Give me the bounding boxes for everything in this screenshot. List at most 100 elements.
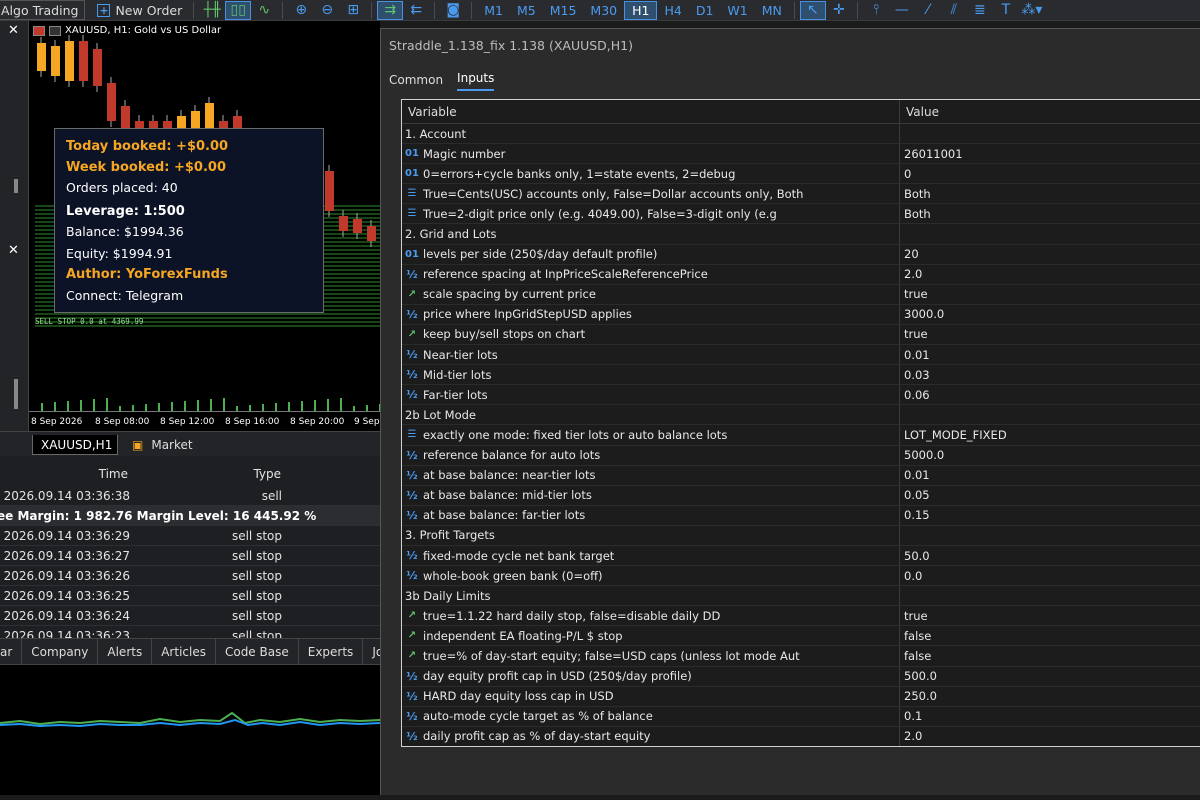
tab-common[interactable]: Common [389,73,443,91]
trendline-icon[interactable]: ⁄ [915,1,941,20]
cursor-icon[interactable]: ↖ [799,0,826,20]
timeframe-m5[interactable]: M5 [510,1,543,20]
channel-icon[interactable]: ⫽ [941,1,967,20]
input-row[interactable]: ½ reference spacing at InpPriceScaleRefer… [402,264,1200,285]
bar-chart-icon[interactable]: ┼╫ [199,1,225,20]
value-cell[interactable]: Both [900,204,1200,223]
input-row[interactable]: ½ day equity profit cap in USD (250$/day … [402,666,1200,687]
value-cell[interactable]: true [900,325,1200,344]
tab-code-base[interactable]: Code Base [216,639,299,665]
auto-scroll-icon[interactable]: ⇉ [377,0,404,20]
value-cell[interactable]: 0.05 [900,486,1200,505]
input-row[interactable]: ½ at base balance: far-tier lots 0.15 [402,505,1200,526]
time-column-header[interactable]: Time [99,467,128,481]
table-row[interactable]: 2026.09.14 03:36:38 sell [0,486,380,506]
input-row[interactable]: ½ whole-book green bank (0=off) 0.0 [402,566,1200,587]
input-row[interactable]: ½ reference balance for auto lots 5000.0 [402,445,1200,466]
timeframe-mn[interactable]: MN [755,1,789,20]
scrollbar[interactable] [14,179,18,193]
value-cell[interactable]: 0.01 [900,466,1200,485]
input-row[interactable]: ½ daily profit cap as % of day-start equi… [402,726,1200,746]
input-row[interactable]: ↗ keep buy/sell stops on chart true [402,324,1200,346]
section-header-row[interactable]: 3. Profit Targets [402,525,1200,546]
input-row[interactable]: ½ at base balance: mid-tier lots 0.05 [402,485,1200,506]
value-cell[interactable]: 250.0 [900,687,1200,706]
value-cell[interactable]: 0.0 [900,566,1200,585]
timeframe-m1[interactable]: M1 [477,1,510,20]
value-cell[interactable]: 0 [900,164,1200,183]
value-cell[interactable]: 50.0 [900,546,1200,565]
input-row[interactable]: ½ at base balance: near-tier lots 0.01 [402,465,1200,486]
timeframe-h4[interactable]: H4 [657,1,688,20]
section-header-row[interactable]: 3b Daily Limits [402,586,1200,607]
value-cell[interactable]: 20 [900,245,1200,264]
table-row[interactable]: 2026.09.14 03:36:24 sell stop [0,606,380,626]
zoom-out-icon[interactable]: ⊖ [314,1,340,20]
input-row[interactable]: ↗ scale spacing by current price true [402,284,1200,305]
value-cell[interactable]: 0.01 [900,345,1200,364]
scrollbar[interactable] [14,379,18,409]
value-cell[interactable]: true [900,606,1200,625]
crosshair-icon[interactable]: ✛ [826,1,852,20]
tab-inputs[interactable]: Inputs [457,71,495,91]
value-cell[interactable]: 26011001 [900,144,1200,163]
input-row[interactable]: ½ Mid-tier lots 0.03 [402,365,1200,386]
table-row[interactable]: 2026.09.14 03:36:29 sell stop [0,526,380,546]
tab-market[interactable]: ▣ Market [124,435,201,455]
table-row[interactable]: 2026.09.14 03:36:27 sell stop [0,546,380,566]
value-cell[interactable]: 2.0 [900,727,1200,746]
tab-articles[interactable]: Articles [152,639,216,665]
value-cell[interactable]: 500.0 [900,667,1200,686]
close-icon[interactable]: ✕ [8,243,19,258]
input-row[interactable]: ½ Far-tier lots 0.06 [402,385,1200,406]
section-header-row[interactable]: 2. Grid and Lots [402,224,1200,245]
input-row[interactable]: 01 Magic number 26011001 [402,144,1200,165]
table-row[interactable]: 2026.09.14 03:36:26 sell stop [0,566,380,586]
value-cell[interactable]: 0.1 [900,707,1200,726]
table-row[interactable]: 2026.09.14 03:36:25 sell stop [0,586,380,606]
value-cell[interactable]: 5000.0 [900,446,1200,465]
tab-xauusd-h1[interactable]: XAUUSD,H1 [32,435,118,455]
input-row[interactable]: ½ fixed-mode cycle net bank target 50.0 [402,545,1200,567]
input-row[interactable]: ↗ independent EA floating-P/L $ stop false [402,626,1200,647]
value-cell[interactable]: LOT_MODE_FIXED [900,425,1200,444]
table-row[interactable]: 2026.09.14 03:36:23 sell stop [0,626,380,639]
new-order-button[interactable]: + New Order [91,1,188,20]
timeframe-d1[interactable]: D1 [689,1,721,20]
horizontal-line-icon[interactable]: — [889,1,915,20]
price-chart[interactable]: XAUUSD, H1: Gold vs US Dollar Today book… [28,21,380,431]
timeframe-h1[interactable]: H1 [624,0,658,20]
timeframe-m15[interactable]: M15 [543,1,584,20]
line-chart-icon[interactable]: ∿ [251,1,277,20]
fibonacci-icon[interactable]: ≣ [967,1,993,20]
input-row[interactable]: 01 levels per side (250$/day default prof… [402,244,1200,265]
value-cell[interactable]: 2.0 [900,265,1200,284]
input-row[interactable]: ↗ true=1.1.22 hard daily stop, false=disa… [402,606,1200,627]
input-row[interactable]: ½ HARD day equity loss cap in USD 250.0 [402,686,1200,707]
tab-company[interactable]: Company [22,639,99,665]
variable-column-header[interactable]: Variable [402,100,900,123]
timeframe-w1[interactable]: W1 [720,1,754,20]
input-row[interactable]: 01 0=errors+cycle banks only, 1=state eve… [402,164,1200,185]
shapes-icon[interactable]: ⁂▾ [1019,1,1045,20]
section-header-row[interactable]: 1. Account [402,124,1200,145]
tab-alerts[interactable]: Alerts [98,639,153,665]
input-row[interactable]: ☰ True=2-digit price only (e.g. 4049.00),… [402,204,1200,225]
vertical-line-icon[interactable]: ⫯ [863,1,889,20]
chart-shift-icon[interactable]: ⇇ [403,1,429,20]
value-cell[interactable]: false [900,626,1200,645]
screenshot-icon[interactable]: ◙ [440,1,466,20]
value-cell[interactable]: 0.03 [900,365,1200,384]
section-header-row[interactable]: 2b Lot Mode [402,405,1200,426]
candlestick-chart-icon[interactable]: ▯▯ [225,0,252,20]
value-column-header[interactable]: Value [900,100,1200,123]
close-icon[interactable]: ✕ [8,23,19,38]
type-column-header[interactable]: Type [253,467,281,481]
value-cell[interactable]: 3000.0 [900,305,1200,324]
input-row[interactable]: ½ price where InpGridStepUSD applies 3000.… [402,304,1200,325]
grid-icon[interactable]: ⊞ [340,1,366,20]
input-row[interactable]: ↗ true=% of day-start equity; false=USD c… [402,646,1200,667]
value-cell[interactable]: false [900,646,1200,665]
input-row[interactable]: ½ auto-mode cycle target as % of balance 0… [402,706,1200,727]
timeframe-m30[interactable]: M30 [583,1,624,20]
